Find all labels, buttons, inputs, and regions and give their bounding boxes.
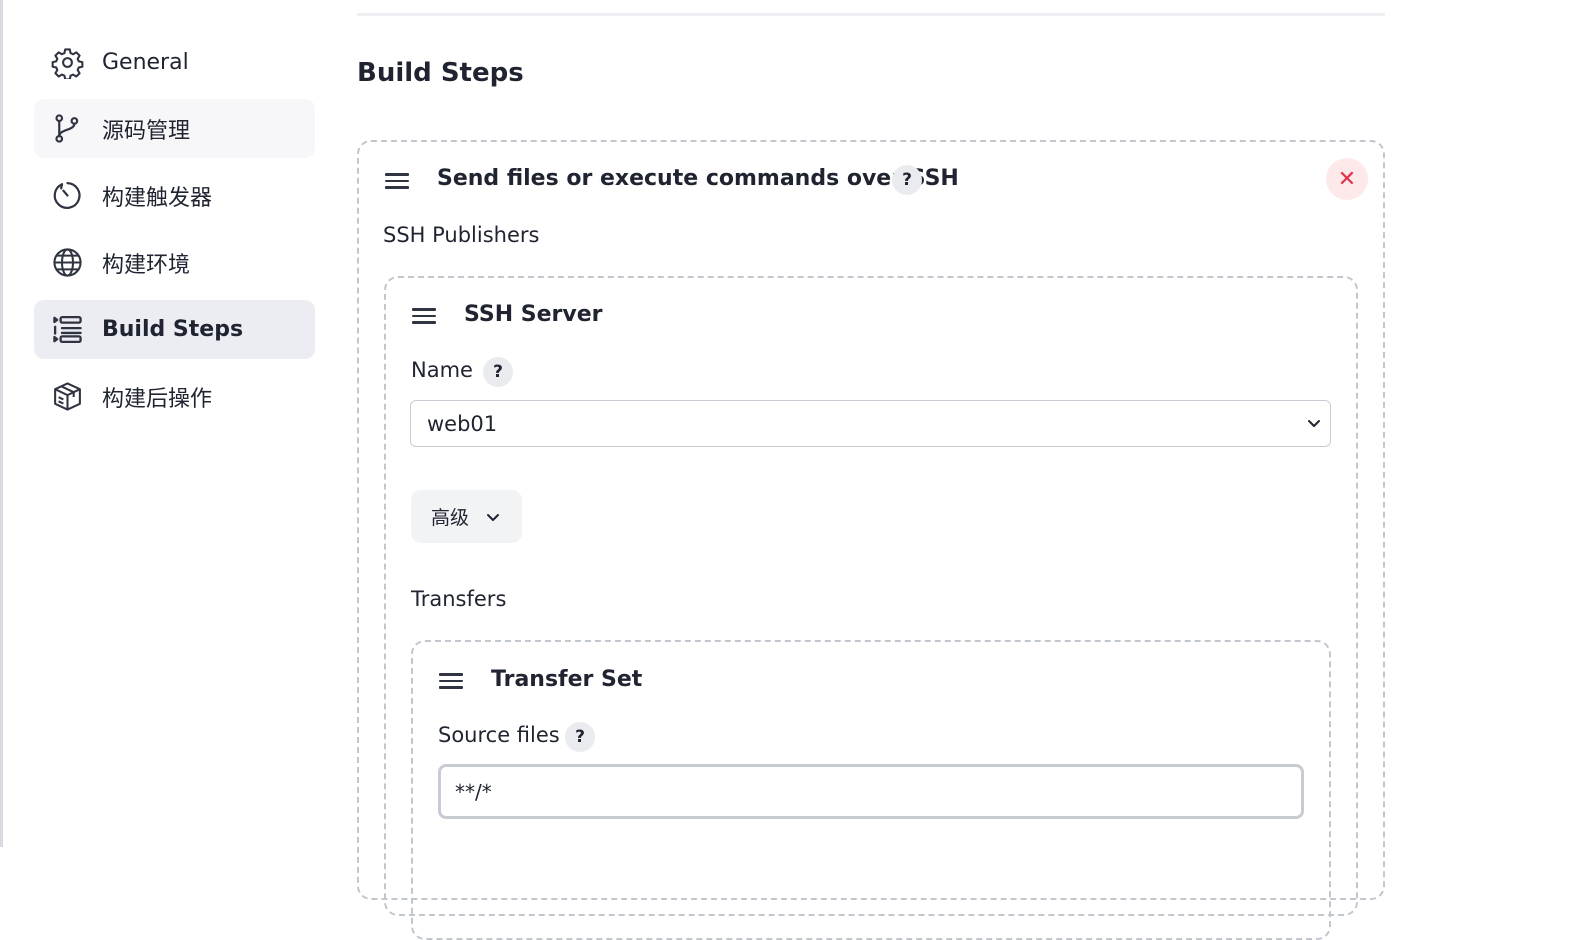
sidebar-item-build-steps[interactable]: Build Steps — [34, 300, 315, 359]
sidebar-item-source-control[interactable]: 源码管理 — [34, 99, 315, 158]
source-files-input[interactable]: **/* — [438, 764, 1304, 819]
step-help-button[interactable]: ? — [892, 165, 922, 195]
transfer-set-title: Transfer Set — [491, 667, 643, 692]
section-divider — [357, 13, 1385, 16]
chevron-down-icon — [1308, 420, 1320, 427]
close-icon: ✕ — [1337, 166, 1357, 192]
source-files-help-button[interactable]: ? — [565, 722, 595, 752]
source-files-value: **/* — [455, 779, 492, 804]
globe-icon — [51, 246, 84, 279]
git-branch-icon — [51, 112, 84, 145]
transfers-label: Transfers — [411, 587, 507, 611]
sidebar-item-label: 源码管理 — [102, 118, 191, 144]
window-left-edge — [0, 0, 3, 847]
drag-handle-icon[interactable] — [385, 173, 409, 189]
ssh-server-title: SSH Server — [464, 302, 603, 327]
sidebar-item-build-environment[interactable]: 构建环境 — [34, 233, 315, 292]
sidebar-item-label: Build Steps — [102, 317, 244, 342]
page-title: Build Steps — [357, 58, 524, 88]
advanced-label: 高级 — [431, 507, 470, 529]
source-files-label: Source files — [438, 723, 560, 747]
sidebar-item-label: 构建触发器 — [102, 185, 213, 211]
sidebar-item-post-build-actions[interactable]: 构建后操作 — [34, 367, 315, 426]
package-icon — [51, 380, 84, 413]
chevron-down-icon — [487, 514, 499, 521]
name-help-button[interactable]: ? — [483, 357, 513, 387]
name-label: Name — [411, 358, 473, 382]
sidebar-item-label: General — [102, 50, 189, 75]
list-icon — [51, 313, 84, 346]
drag-handle-icon[interactable] — [412, 308, 436, 324]
sidebar-item-build-triggers[interactable]: 构建触发器 — [34, 166, 315, 225]
gear-icon — [51, 46, 84, 79]
server-name-value: web01 — [427, 411, 498, 436]
ssh-publishers-label: SSH Publishers — [383, 223, 540, 247]
build-step-title: Send files or execute commands over SSH — [437, 166, 959, 191]
delete-step-button[interactable]: ✕ — [1326, 158, 1368, 200]
sidebar-item-general[interactable]: General — [34, 33, 315, 92]
sidebar-item-label: 构建环境 — [102, 252, 191, 278]
drag-handle-icon[interactable] — [439, 673, 463, 689]
server-name-select[interactable]: web01 — [410, 400, 1331, 447]
sidebar-item-label: 构建后操作 — [102, 386, 213, 412]
advanced-button[interactable]: 高级 — [411, 490, 522, 543]
clock-icon — [51, 179, 84, 212]
